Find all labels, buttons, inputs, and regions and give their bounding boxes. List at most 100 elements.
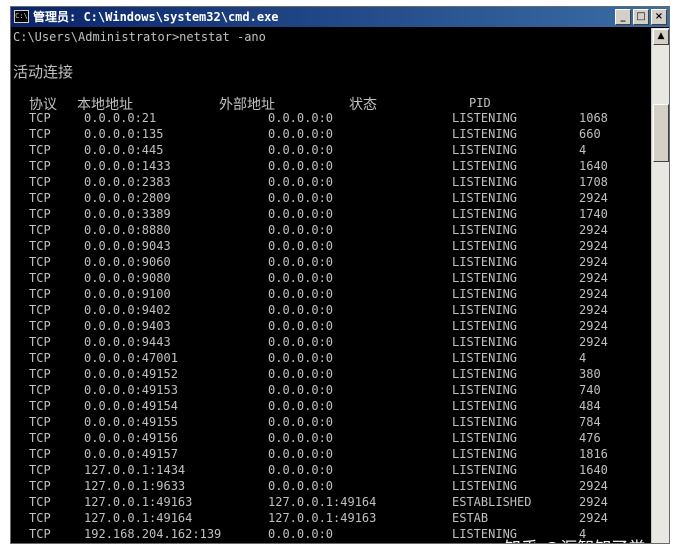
maximize-button[interactable]: □ (633, 9, 649, 25)
cell-state: LISTENING (452, 479, 518, 493)
cell-pid: 2924 (579, 223, 608, 237)
cell-pid: 660 (579, 127, 601, 141)
cell-proto: TCP (29, 223, 51, 237)
cell-state: LISTENING (452, 447, 518, 461)
cell-foreign-address: 0.0.0.0:0 (268, 527, 334, 541)
cell-foreign-address: 0.0.0.0:0 (268, 223, 334, 237)
cell-pid: 380 (579, 367, 601, 381)
table-row: TCP 127.0.0.1:49164 127.0.0.1:49163 ESTAB 29… (11, 510, 651, 526)
cell-pid: 476 (579, 431, 601, 445)
cell-local-address: 0.0.0.0:445 (84, 143, 164, 157)
cell-state: ESTAB (452, 511, 489, 525)
cell-pid: 2924 (579, 287, 608, 301)
cell-proto: TCP (29, 351, 51, 365)
cell-pid: 2924 (579, 479, 608, 493)
cell-pid: 2924 (579, 271, 608, 285)
cmd-window: C:\ 管理员: C:\Windows\system32\cmd.exe _ □… (10, 6, 670, 544)
table-row: TCP 0.0.0.0:49152 0.0.0.0:0 LISTENING 380 (11, 366, 651, 382)
cell-state: LISTENING (452, 159, 518, 173)
table-row: TCP 0.0.0.0:135 0.0.0.0:0 LISTENING 660 (11, 126, 651, 142)
cell-foreign-address: 0.0.0.0:0 (268, 479, 334, 493)
cell-state: LISTENING (452, 127, 518, 141)
table-row: TCP 0.0.0.0:9443 0.0.0.0:0 LISTENING 2924 (11, 334, 651, 350)
cell-proto: TCP (29, 111, 51, 125)
cell-proto: TCP (29, 255, 51, 269)
cell-proto: TCP (29, 287, 51, 301)
close-button[interactable]: × (651, 9, 667, 25)
cell-state: LISTENING (452, 415, 518, 429)
table-row: TCP 0.0.0.0:2809 0.0.0.0:0 LISTENING 2924 (11, 190, 651, 206)
cell-foreign-address: 0.0.0.0:0 (268, 159, 334, 173)
cell-local-address: 0.0.0.0:49154 (84, 399, 178, 413)
table-row: TCP 0.0.0.0:9043 0.0.0.0:0 LISTENING 2924 (11, 238, 651, 254)
cell-local-address: 0.0.0.0:9100 (84, 287, 171, 301)
cell-local-address: 0.0.0.0:2383 (84, 175, 171, 189)
minimize-button[interactable]: _ (615, 9, 631, 25)
cell-local-address: 192.168.204.162:139 (84, 527, 222, 541)
cell-proto: TCP (29, 319, 51, 333)
cell-pid: 1640 (579, 159, 608, 173)
cell-state: LISTENING (452, 271, 518, 285)
table-row: TCP 127.0.0.1:49163 127.0.0.1:49164 ESTABLI… (11, 494, 651, 510)
cell-proto: TCP (29, 399, 51, 413)
command-line: C:\Users\Administrator>netstat -ano (13, 30, 266, 44)
cell-foreign-address: 0.0.0.0:0 (268, 431, 334, 445)
cell-local-address: 127.0.0.1:9633 (84, 479, 186, 493)
cell-local-address: 0.0.0.0:49153 (84, 383, 178, 397)
cell-foreign-address: 0.0.0.0:0 (268, 271, 334, 285)
cell-local-address: 0.0.0.0:49155 (84, 415, 178, 429)
table-row: TCP 127.0.0.1:1434 0.0.0.0:0 LISTENING 1640 (11, 462, 651, 478)
table-row: TCP 0.0.0.0:49156 0.0.0.0:0 LISTENING 476 (11, 430, 651, 446)
cell-local-address: 0.0.0.0:21 (84, 111, 157, 125)
cell-state: LISTENING (452, 367, 518, 381)
cell-foreign-address: 127.0.0.1:49163 (268, 511, 377, 525)
cell-state: LISTENING (452, 399, 518, 413)
cell-local-address: 127.0.0.1:1434 (84, 463, 186, 477)
cell-proto: TCP (29, 175, 51, 189)
window-controls: _ □ × (615, 9, 667, 25)
watermark: 知乎 @汇智知了堂 (504, 534, 645, 543)
cell-state: LISTENING (452, 207, 518, 221)
cell-local-address: 127.0.0.1:49163 (84, 495, 193, 509)
cell-pid: 1640 (579, 463, 608, 477)
cell-state: ESTABLISHED (452, 495, 532, 509)
cell-pid: 1740 (579, 207, 608, 221)
cell-local-address: 0.0.0.0:2809 (84, 191, 171, 205)
cell-foreign-address: 0.0.0.0:0 (268, 303, 334, 317)
cmd-icon[interactable]: C:\ (14, 10, 29, 23)
cell-foreign-address: 0.0.0.0:0 (268, 463, 334, 477)
cell-local-address: 0.0.0.0:49152 (84, 367, 178, 381)
cell-foreign-address: 0.0.0.0:0 (268, 367, 334, 381)
table-row: TCP 0.0.0.0:49155 0.0.0.0:0 LISTENING 784 (11, 414, 651, 430)
cell-state: LISTENING (452, 383, 518, 397)
cell-state: LISTENING (452, 255, 518, 269)
table-row: TCP 0.0.0.0:49153 0.0.0.0:0 LISTENING 740 (11, 382, 651, 398)
cell-pid: 4 (579, 143, 587, 157)
console-output[interactable]: C:\Users\Administrator>netstat -ano 活动连接… (11, 28, 651, 543)
scroll-thumb[interactable] (653, 104, 669, 162)
cell-pid: 1068 (579, 111, 608, 125)
cell-proto: TCP (29, 207, 51, 221)
cell-local-address: 0.0.0.0:135 (84, 127, 164, 141)
cell-proto: TCP (29, 239, 51, 253)
cell-state: LISTENING (452, 335, 518, 349)
table-row: TCP 0.0.0.0:9060 0.0.0.0:0 LISTENING 2924 (11, 254, 651, 270)
table-row: TCP 0.0.0.0:49157 0.0.0.0:0 LISTENING 1816 (11, 446, 651, 462)
cell-foreign-address: 0.0.0.0:0 (268, 175, 334, 189)
cell-foreign-address: 0.0.0.0:0 (268, 335, 334, 349)
cell-proto: TCP (29, 383, 51, 397)
scroll-up-arrow-icon[interactable]: ▲ (653, 29, 669, 45)
cell-state: LISTENING (452, 319, 518, 333)
table-row: TCP 0.0.0.0:47001 0.0.0.0:0 LISTENING 4 (11, 350, 651, 366)
cell-proto: TCP (29, 495, 51, 509)
vertical-scrollbar[interactable]: ▲ (651, 28, 669, 543)
cell-proto: TCP (29, 271, 51, 285)
cell-state: LISTENING (452, 303, 518, 317)
title-bar[interactable]: C:\ 管理员: C:\Windows\system32\cmd.exe _ □… (11, 7, 669, 27)
cell-pid: 784 (579, 415, 601, 429)
table-row: TCP 0.0.0.0:445 0.0.0.0:0 LISTENING 4 (11, 142, 651, 158)
window-title: 管理员: C:\Windows\system32\cmd.exe (33, 10, 279, 24)
cell-proto: TCP (29, 431, 51, 445)
cell-pid: 2924 (579, 319, 608, 333)
cell-foreign-address: 127.0.0.1:49164 (268, 495, 377, 509)
